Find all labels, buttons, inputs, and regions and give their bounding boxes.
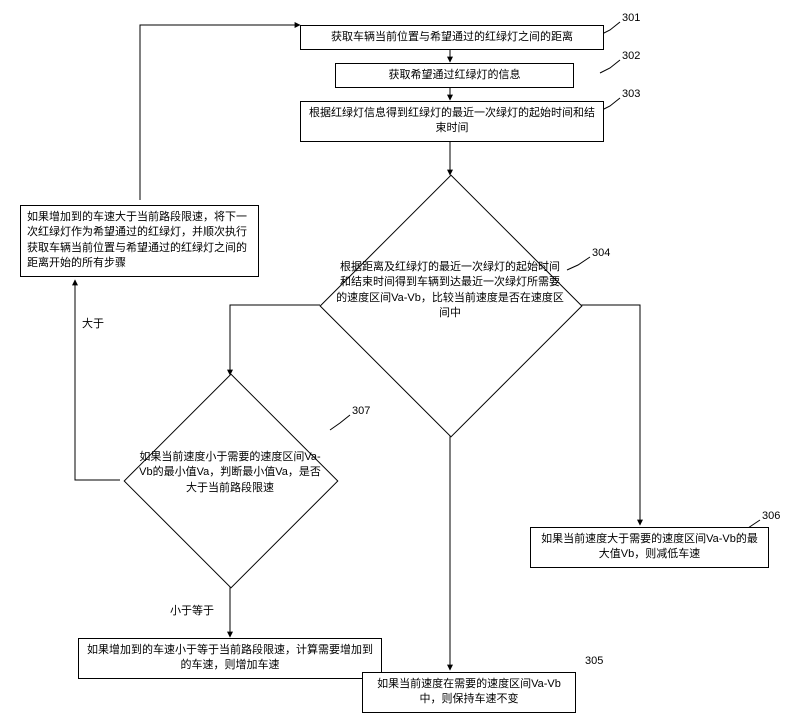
- decision-307-diamond: [124, 374, 339, 589]
- step-number-304: 304: [592, 247, 610, 260]
- loopback-text: 如果增加到的车速大于当前路段限速，将下一次红绿灯作为希望通过的红绿灯，并顺次执行…: [27, 211, 247, 269]
- step-305-box: 如果当前速度在需要的速度区间Va-Vb中，则保持车速不变: [362, 672, 576, 713]
- step-number-307: 307: [352, 405, 370, 418]
- step-305-text: 如果当前速度在需要的速度区间Va-Vb中，则保持车速不变: [377, 678, 561, 705]
- step-number-301: 301: [622, 12, 640, 25]
- step-303-text: 根据红绿灯信息得到红绿灯的最近一次绿灯的起始时间和结束时间: [309, 107, 595, 134]
- increase-speed-text: 如果增加到的车速小于等于当前路段限速，计算需要增加到的车速，则增加车速: [87, 644, 373, 671]
- step-306-text: 如果当前速度大于需要的速度区间Va-Vb的最大值Vb，则减低车速: [541, 533, 758, 560]
- loopback-box: 如果增加到的车速大于当前路段限速，将下一次红绿灯作为希望通过的红绿灯，并顺次执行…: [20, 205, 259, 277]
- increase-speed-box: 如果增加到的车速小于等于当前路段限速，计算需要增加到的车速，则增加车速: [78, 638, 382, 679]
- step-number-302: 302: [622, 50, 640, 63]
- edge-label-leq: 小于等于: [170, 605, 214, 618]
- step-306-box: 如果当前速度大于需要的速度区间Va-Vb的最大值Vb，则减低车速: [530, 527, 769, 568]
- step-number-305: 305: [585, 655, 603, 668]
- decision-304-diamond: [319, 174, 582, 437]
- step-301-text: 获取车辆当前位置与希望通过的红绿灯之间的距离: [331, 31, 573, 43]
- step-number-306: 306: [762, 510, 780, 523]
- step-number-303: 303: [622, 88, 640, 101]
- step-301-box: 获取车辆当前位置与希望通过的红绿灯之间的距离: [300, 25, 604, 50]
- step-302-text: 获取希望通过红绿灯的信息: [389, 69, 521, 81]
- step-303-box: 根据红绿灯信息得到红绿灯的最近一次绿灯的起始时间和结束时间: [300, 101, 604, 142]
- step-302-box: 获取希望通过红绿灯的信息: [335, 63, 574, 88]
- edge-label-greater: 大于: [82, 318, 104, 331]
